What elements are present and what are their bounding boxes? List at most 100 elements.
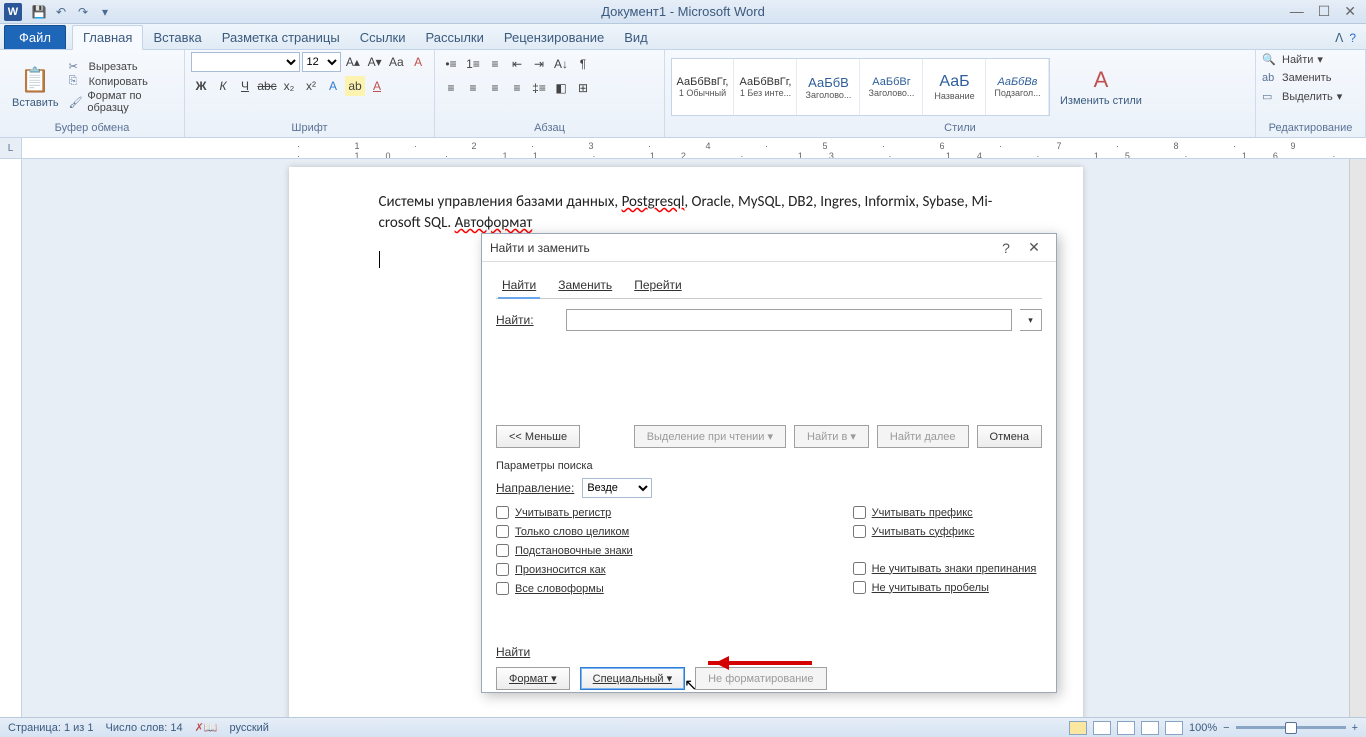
font-family-select[interactable] [191, 52, 300, 72]
chk-suffix[interactable]: Учитывать суффикс [853, 525, 1037, 538]
highlight-icon[interactable]: ab [345, 76, 365, 96]
proofing-icon[interactable]: ✗📖 [195, 721, 218, 734]
zoom-slider[interactable] [1236, 726, 1346, 729]
change-case-icon[interactable]: Aa [387, 52, 407, 72]
chk-word-forms[interactable]: Все словоформы [496, 582, 633, 595]
less-button[interactable]: << Меньше [496, 425, 580, 448]
italic-button[interactable]: К [213, 76, 233, 96]
line-spacing-icon[interactable]: ‡≡ [529, 78, 549, 98]
zoom-out-icon[interactable]: − [1223, 722, 1229, 734]
chk-prefix[interactable]: Учитывать префикс [853, 506, 1037, 519]
undo-icon[interactable]: ↶ [52, 3, 70, 21]
indent-decrease-icon[interactable]: ⇤ [507, 54, 527, 74]
direction-select[interactable]: Везде [582, 478, 652, 498]
replace-button[interactable]: abЗаменить [1262, 71, 1359, 85]
style-subtitle[interactable]: АаБбВвПодзагол... [987, 59, 1049, 115]
status-language[interactable]: русский [229, 722, 268, 734]
style-title[interactable]: АаБНазвание [924, 59, 986, 115]
style-heading1[interactable]: АаБбВЗаголово... [798, 59, 860, 115]
bold-button[interactable]: Ж [191, 76, 211, 96]
align-right-icon[interactable]: ≡ [485, 78, 505, 98]
format-painter-button[interactable]: 🖌Формат по образцу [69, 89, 178, 115]
tab-insert[interactable]: Вставка [143, 26, 211, 49]
dialog-help-icon[interactable]: ? [992, 240, 1020, 256]
style-normal[interactable]: АаБбВвГг,1 Обычный [672, 59, 734, 115]
chk-sounds-like[interactable]: Произносится как [496, 563, 633, 576]
chk-wildcards[interactable]: Подстановочные знаки [496, 544, 633, 557]
style-heading2[interactable]: АаБбВгЗаголово... [861, 59, 923, 115]
status-words[interactable]: Число слов: 14 [106, 722, 183, 734]
font-size-select[interactable]: 12 [302, 52, 341, 72]
multilevel-icon[interactable]: ≡ [485, 54, 505, 74]
vertical-ruler[interactable] [0, 159, 22, 717]
ribbon-minimize-icon[interactable]: ᐱ [1335, 31, 1343, 45]
dlg-tab-find[interactable]: Найти [498, 274, 540, 298]
bullets-icon[interactable]: •≡ [441, 54, 461, 74]
no-formatting-button[interactable]: Не форматирование [695, 667, 826, 690]
find-in-button[interactable]: Найти в ▾ [794, 425, 869, 448]
text-effects-icon[interactable]: A [323, 76, 343, 96]
indent-increase-icon[interactable]: ⇥ [529, 54, 549, 74]
change-styles-button[interactable]: A Изменить стили [1054, 65, 1148, 109]
reading-highlight-button[interactable]: Выделение при чтении ▾ [634, 425, 786, 448]
font-color-icon[interactable]: A [367, 76, 387, 96]
align-left-icon[interactable]: ≡ [441, 78, 461, 98]
numbering-icon[interactable]: 1≡ [463, 54, 483, 74]
maximize-icon[interactable]: ☐ [1318, 3, 1331, 20]
qat-dropdown-icon[interactable]: ▾ [96, 3, 114, 21]
subscript-button[interactable]: x₂ [279, 76, 299, 96]
close-icon[interactable]: ✕ [1344, 3, 1356, 20]
status-page[interactable]: Страница: 1 из 1 [8, 722, 94, 734]
shading-icon[interactable]: ◧ [551, 78, 571, 98]
borders-icon[interactable]: ⊞ [573, 78, 593, 98]
redo-icon[interactable]: ↷ [74, 3, 92, 21]
align-center-icon[interactable]: ≡ [463, 78, 483, 98]
align-justify-icon[interactable]: ≡ [507, 78, 527, 98]
horizontal-ruler[interactable]: · 1 · 2 · 3 · 4 · 5 · 6 · 7 · 8 · 9 · 10… [22, 138, 1366, 158]
dialog-close-icon[interactable]: ✕ [1020, 239, 1048, 256]
help-icon[interactable]: ? [1349, 31, 1356, 45]
tab-references[interactable]: Ссылки [350, 26, 416, 49]
dlg-tab-goto[interactable]: Перейти [630, 274, 686, 298]
tab-file[interactable]: Файл [4, 25, 66, 49]
special-button[interactable]: Специальный ▾ [580, 667, 685, 690]
superscript-button[interactable]: x² [301, 76, 321, 96]
find-button[interactable]: 🔍Найти ▾ [1262, 52, 1359, 67]
dlg-tab-replace[interactable]: Заменить [554, 274, 616, 298]
find-next-button[interactable]: Найти далее [877, 425, 969, 448]
chk-ignore-space[interactable]: Не учитывать пробелы [853, 581, 1037, 594]
zoom-level[interactable]: 100% [1189, 722, 1217, 734]
show-marks-icon[interactable]: ¶ [573, 54, 593, 74]
vertical-scrollbar[interactable] [1349, 159, 1366, 717]
sort-icon[interactable]: A↓ [551, 54, 571, 74]
chk-match-case[interactable]: Учитывать регистр [496, 506, 633, 519]
copy-button[interactable]: ⎘Копировать [69, 74, 178, 89]
find-history-dropdown[interactable]: ▾ [1020, 309, 1042, 331]
chk-whole-word[interactable]: Только слово целиком [496, 525, 633, 538]
grow-font-icon[interactable]: A▴ [343, 52, 363, 72]
view-outline-icon[interactable] [1141, 721, 1159, 735]
shrink-font-icon[interactable]: A▾ [365, 52, 385, 72]
chk-ignore-punct[interactable]: Не учитывать знаки препинания [853, 562, 1037, 575]
view-web-icon[interactable] [1117, 721, 1135, 735]
save-icon[interactable]: 💾 [30, 3, 48, 21]
cut-button[interactable]: ✂Вырезать [69, 59, 178, 74]
view-fullscreen-icon[interactable] [1093, 721, 1111, 735]
strike-button[interactable]: abc [257, 76, 277, 96]
view-draft-icon[interactable] [1165, 721, 1183, 735]
minimize-icon[interactable]: — [1290, 3, 1304, 20]
clear-format-icon[interactable]: A [408, 52, 428, 72]
find-input[interactable] [566, 309, 1012, 331]
zoom-in-icon[interactable]: + [1352, 722, 1358, 734]
paste-button[interactable]: 📋 Вставить [6, 64, 65, 111]
underline-button[interactable]: Ч [235, 76, 255, 96]
cancel-button[interactable]: Отмена [977, 425, 1042, 448]
tab-home[interactable]: Главная [72, 25, 143, 50]
dialog-titlebar[interactable]: Найти и заменить ? ✕ [482, 234, 1056, 262]
style-nospacing[interactable]: АаБбВвГг,1 Без инте... [735, 59, 797, 115]
tab-mailings[interactable]: Рассылки [416, 26, 494, 49]
format-button[interactable]: Формат ▾ [496, 667, 570, 690]
styles-gallery[interactable]: АаБбВвГг,1 Обычный АаБбВвГг,1 Без инте..… [671, 58, 1050, 116]
select-button[interactable]: ▭Выделить ▾ [1262, 89, 1359, 104]
tab-view[interactable]: Вид [614, 26, 658, 49]
